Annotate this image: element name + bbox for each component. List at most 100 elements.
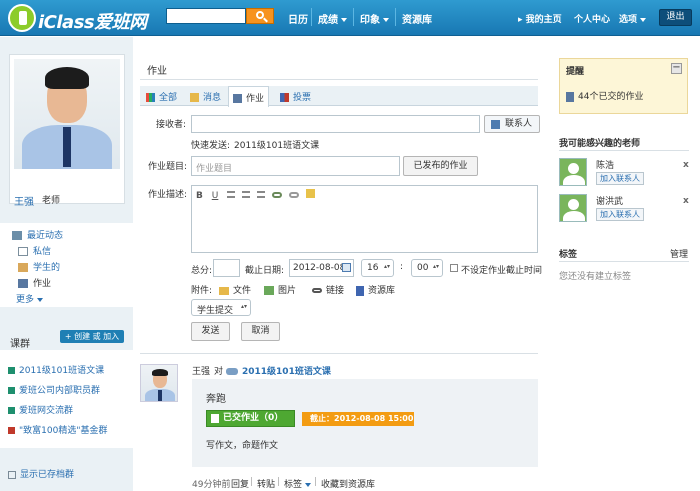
published-homework-button[interactable]: 已发布的作业 <box>403 156 478 176</box>
grid-icon <box>146 93 155 102</box>
group-item[interactable]: 爱班公司内部职员群 <box>8 383 100 396</box>
create-join-group-button[interactable]: + 创建 或 加入 <box>60 330 124 343</box>
sidebar-item-recent[interactable]: 最近动态 <box>12 228 63 241</box>
add-contact-button[interactable]: 加入联系人 <box>596 172 644 185</box>
groups-header: 课群 + 创建 或 加入 <box>0 327 133 350</box>
no-deadline-checkbox[interactable] <box>450 264 458 272</box>
nav-my-home[interactable]: ▸ 我的主页 <box>518 12 562 25</box>
link-icon[interactable] <box>271 192 282 198</box>
quick-send-link[interactable]: 2011级101班语文课 <box>234 138 319 151</box>
no-deadline-label: 不设定作业截止时间 <box>461 266 543 276</box>
homework-desc-editor[interactable]: B U <box>191 185 538 253</box>
reply-link[interactable]: 回复 <box>231 477 249 490</box>
nav-resources[interactable]: 资源库 <box>402 11 432 26</box>
tab-vote[interactable]: 投票 <box>280 90 311 103</box>
tags-title: 标签 <box>559 250 578 260</box>
bold-button[interactable]: B <box>196 191 203 201</box>
teacher-name[interactable]: 谢洪武 <box>596 194 623 207</box>
send-button[interactable]: 发送 <box>191 322 230 341</box>
score-input[interactable] <box>213 259 240 277</box>
unlink-icon[interactable] <box>288 192 299 198</box>
group-item[interactable]: 爱班网交流群 <box>8 403 73 416</box>
collapse-icon[interactable]: − <box>671 63 682 74</box>
deadline-minute-select[interactable]: 00 ▴▾ <box>411 259 443 277</box>
profile-name[interactable]: 王强 <box>14 193 34 208</box>
logo[interactable]: iClass爱班网 <box>8 4 158 34</box>
search-input[interactable] <box>166 8 246 24</box>
chevron-down-icon <box>383 18 389 22</box>
plus-icon <box>8 470 16 479</box>
logo-text: iClass爱班网 <box>38 12 147 33</box>
save-to-library-link[interactable]: 收藏到资源库 <box>321 477 375 490</box>
tab-homework[interactable]: 作业 <box>228 86 270 107</box>
contacts-button[interactable]: 联系人 <box>484 115 540 133</box>
student-icon <box>18 263 28 272</box>
activity-icon <box>12 231 22 240</box>
sidebar-item-messages[interactable]: 私信 <box>18 244 51 257</box>
sidebar-item-homework[interactable]: 作业 <box>18 276 51 289</box>
logo-mark-icon <box>8 4 36 32</box>
post-author[interactable]: 王强 <box>192 364 210 377</box>
homework-icon <box>18 279 28 288</box>
repost-link[interactable]: 转贴 <box>257 477 275 490</box>
align-left-icon[interactable] <box>227 191 236 198</box>
time-colon: : <box>400 262 404 272</box>
deadline-date-input[interactable]: 2012-08-08 <box>289 259 354 277</box>
attach-image[interactable]: 图片 <box>264 283 296 296</box>
deadline-hour-select[interactable]: 16 ▴▾ <box>361 259 394 277</box>
edit-icon[interactable] <box>305 189 315 198</box>
group-item[interactable]: 2011级101班语文课 <box>8 363 104 376</box>
document-icon <box>211 414 219 423</box>
teacher-avatar[interactable] <box>559 158 587 186</box>
mail-icon <box>18 247 28 256</box>
search-button[interactable] <box>246 8 274 24</box>
sidebar-more[interactable]: 更多 <box>16 292 44 305</box>
select-arrows-icon: ▴▾ <box>432 263 439 270</box>
avatar[interactable] <box>14 59 120 169</box>
align-right-icon[interactable] <box>256 191 265 198</box>
underline-button[interactable]: U <box>212 191 219 201</box>
attach-link[interactable]: 链接 <box>312 283 344 296</box>
post-time: 49分钟前 <box>192 480 231 490</box>
page-title: 作业 <box>147 66 167 77</box>
cancel-button[interactable]: 取消 <box>241 322 280 341</box>
nav-calendar[interactable]: 日历 <box>288 11 308 26</box>
align-center-icon[interactable] <box>242 191 251 198</box>
deadline-badge: 截止：2012-08-08 15:00 <box>302 412 414 426</box>
tags-manage-link[interactable]: 管理 <box>670 247 688 260</box>
dismiss-icon[interactable]: x <box>683 160 689 170</box>
deadline-label: 截止日期: <box>245 266 285 276</box>
teacher-name[interactable]: 陈浩 <box>596 158 614 171</box>
teacher-avatar[interactable] <box>559 194 587 222</box>
feed-post: 王强 对 2011级101班语文课 奔跑 已交作业（0） 截止：2012-08-… <box>134 359 548 491</box>
folder-icon <box>219 286 229 295</box>
sidebar-item-students[interactable]: 学生的 <box>18 260 60 273</box>
nav-grades[interactable]: 成绩 <box>318 11 347 26</box>
tab-all[interactable]: 全部 <box>146 90 177 103</box>
tag-link[interactable]: 标签 <box>284 477 312 490</box>
nav-impression[interactable]: 印象 <box>360 11 389 26</box>
post-group[interactable]: 2011级101班语文课 <box>226 364 331 377</box>
add-contact-button[interactable]: 加入联系人 <box>596 208 644 221</box>
dismiss-icon[interactable]: x <box>683 196 689 206</box>
reminder-submitted-link[interactable]: 44个已交的作业 <box>566 89 643 102</box>
contacts-icon <box>491 120 500 129</box>
post-avatar[interactable] <box>140 364 178 402</box>
attach-file[interactable]: 文件 <box>219 283 251 296</box>
nav-personal-center[interactable]: 个人中心 <box>574 12 610 25</box>
left-nav: 最近动态 私信 学生的 作业 更多 <box>0 223 133 307</box>
submit-mode-select[interactable]: 学生提交 ▴▾ <box>191 299 251 316</box>
profile-role: 老师 <box>42 196 61 206</box>
reminder-title: 提醒 <box>566 67 585 77</box>
nav-options[interactable]: 选项 <box>619 12 647 25</box>
submitted-count-button[interactable]: 已交作业（0） <box>206 410 295 427</box>
tab-message[interactable]: 消息 <box>190 90 221 103</box>
profile-card <box>9 54 125 204</box>
recipient-input[interactable] <box>191 115 480 133</box>
homework-title-input[interactable]: 作业题目 <box>191 156 400 176</box>
attach-resource[interactable]: 资源库 <box>356 283 395 296</box>
homework-desc-label: 作业描述: <box>148 190 188 200</box>
logout-button[interactable]: 退出 <box>659 9 692 26</box>
group-item[interactable]: "致富100精选"基金群 <box>8 423 107 436</box>
show-archived-groups[interactable]: 显示已存档群 <box>8 467 74 480</box>
